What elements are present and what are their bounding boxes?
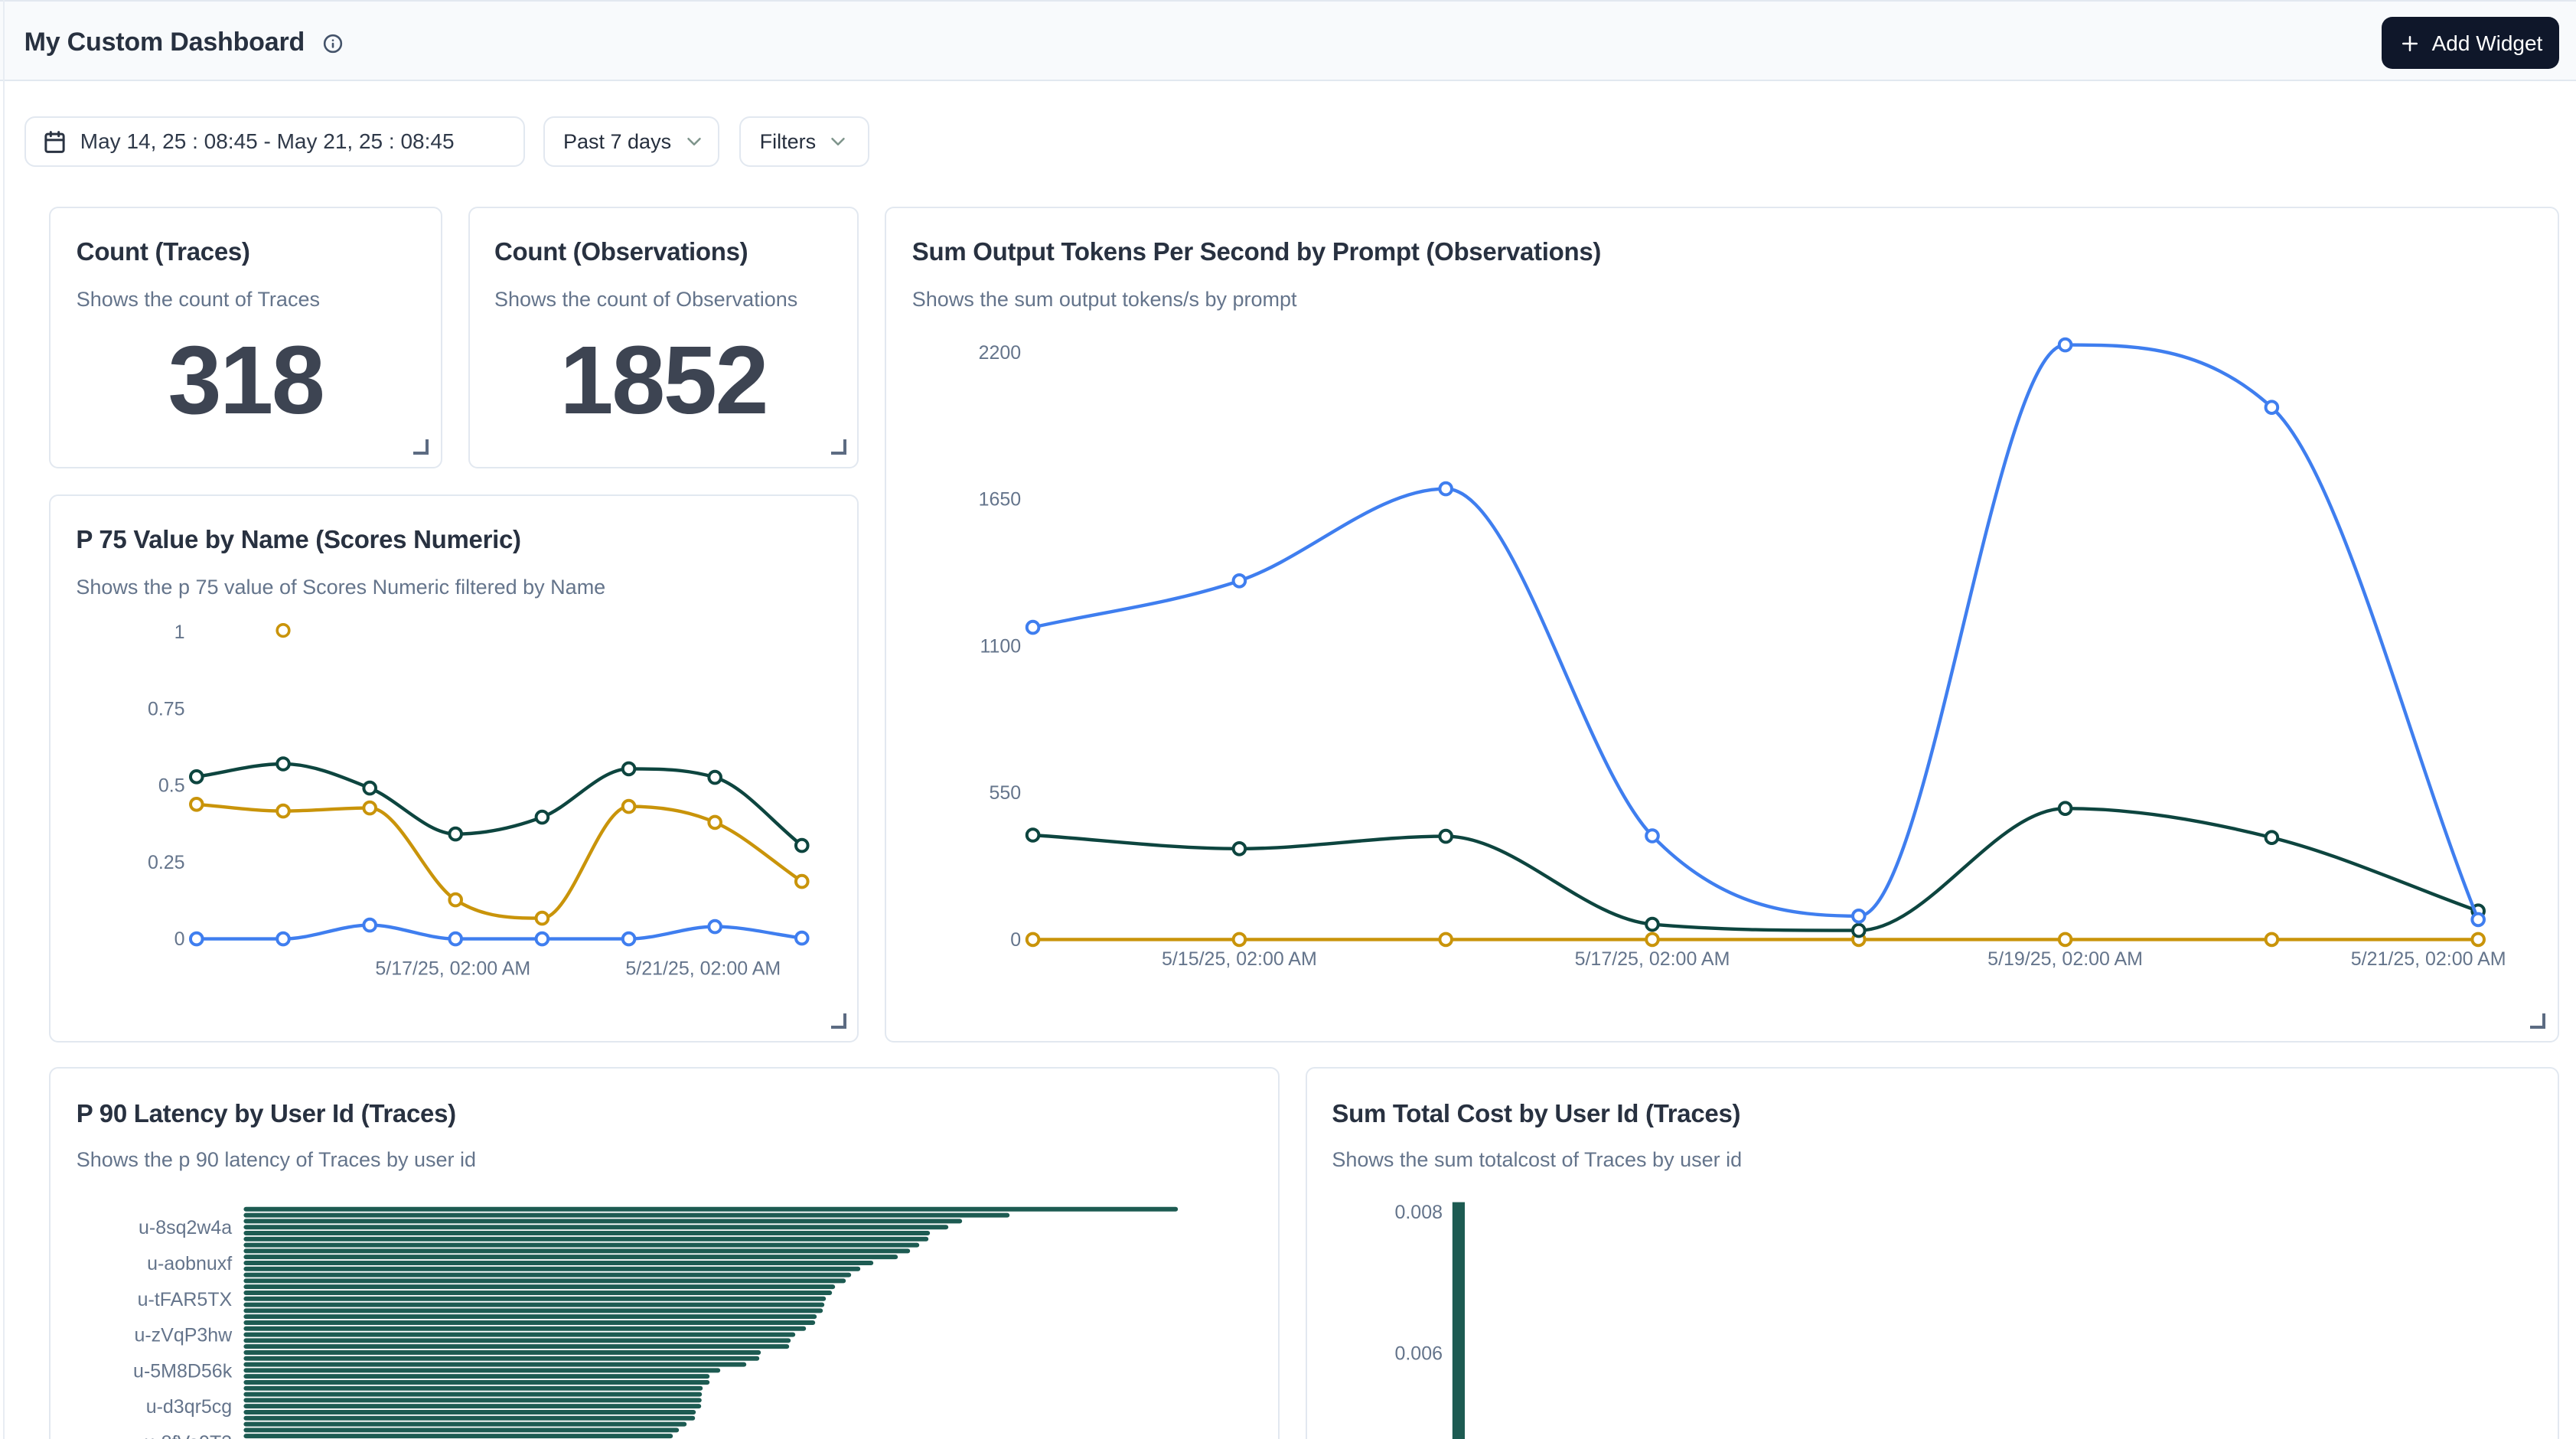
svg-text:5/21/25, 02:00 AM: 5/21/25, 02:00 AM [626,958,781,980]
svg-text:1650: 1650 [979,488,1022,510]
svg-text:550: 550 [990,781,1022,803]
svg-text:0.25: 0.25 [148,852,185,873]
svg-text:0.75: 0.75 [148,699,185,720]
svg-text:u-8sq2w4a: u-8sq2w4a [139,1218,233,1239]
svg-text:1: 1 [174,622,185,643]
svg-text:5/15/25, 02:00 AM: 5/15/25, 02:00 AM [1162,948,1318,969]
svg-text:2200: 2200 [979,341,1022,363]
svg-text:5/17/25, 02:00 AM: 5/17/25, 02:00 AM [376,958,531,980]
svg-text:u-5M8D56k: u-5M8D56k [134,1361,233,1382]
svg-text:u-8fVa9T3: u-8fVa9T3 [145,1433,233,1439]
svg-text:0.008: 0.008 [1394,1202,1443,1223]
svg-text:0: 0 [1011,928,1022,950]
svg-text:u-tFAR5TX: u-tFAR5TX [138,1289,233,1310]
svg-text:5/19/25, 02:00 AM: 5/19/25, 02:00 AM [1988,948,2144,969]
svg-text:0.006: 0.006 [1394,1343,1443,1365]
svg-text:u-d3qr5cg: u-d3qr5cg [146,1397,233,1418]
svg-text:1100: 1100 [980,635,1022,656]
svg-text:u-aobnuxf: u-aobnuxf [148,1254,233,1275]
svg-text:0.5: 0.5 [158,775,185,797]
svg-text:u-zVqP3hw: u-zVqP3hw [135,1325,233,1346]
svg-text:5/17/25, 02:00 AM: 5/17/25, 02:00 AM [1575,948,1730,969]
svg-text:0: 0 [174,929,185,951]
svg-text:5/21/25, 02:00 AM: 5/21/25, 02:00 AM [2352,948,2507,969]
